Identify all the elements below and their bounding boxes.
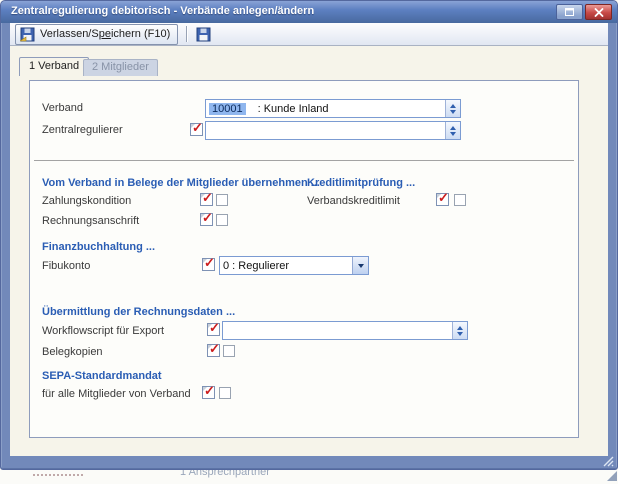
rechnungsanschrift-label: Rechnungsanschrift bbox=[42, 215, 139, 227]
toolbar: Verlassen/Speichern (F10) bbox=[10, 23, 608, 46]
verband-combo[interactable]: 10001 : Kunde Inland bbox=[205, 99, 461, 118]
verband-code-selected: 10001 bbox=[209, 103, 246, 115]
window-title: Zentralregulierung debitorisch - Verbänd… bbox=[11, 5, 314, 17]
dialog-window: Zentralregulierung debitorisch - Verbänd… bbox=[0, 0, 618, 470]
fibukonto-label: Fibukonto bbox=[42, 260, 90, 272]
finanzbuchhaltung-header: Finanzbuchhaltung ... bbox=[42, 241, 155, 253]
spinner-icon[interactable] bbox=[445, 122, 460, 139]
uebermittlung-header: Übermittlung der Rechnungsdaten ... bbox=[42, 306, 235, 318]
fibukonto-dropdown[interactable]: 0 : Regulierer bbox=[219, 256, 369, 275]
background-window-artifact bbox=[33, 474, 83, 476]
zentralregulierer-value bbox=[206, 122, 445, 139]
belegkopien-label: Belegkopien bbox=[42, 346, 103, 358]
section-divider bbox=[34, 160, 574, 161]
verbandskreditlimit-modified-toggle[interactable] bbox=[436, 193, 449, 206]
verband-value: 10001 : Kunde Inland bbox=[206, 100, 445, 117]
title-bar: Zentralregulierung debitorisch - Verbänd… bbox=[1, 1, 617, 23]
zahlungskondition-label: Zahlungskondition bbox=[42, 195, 131, 207]
exit-save-button[interactable]: Verlassen/Speichern (F10) bbox=[15, 24, 178, 45]
workflowscript-combo[interactable] bbox=[222, 321, 468, 340]
zentralregulierer-combo[interactable] bbox=[205, 121, 461, 140]
save-icon bbox=[196, 27, 211, 42]
fibukonto-modified-toggle[interactable] bbox=[202, 258, 215, 271]
uebernehmen-header: Vom Verband in Belege der Mitglieder übe… bbox=[42, 177, 320, 189]
exit-save-label: Verlassen/Speichern (F10) bbox=[40, 28, 170, 40]
sepa-checkbox[interactable] bbox=[219, 387, 231, 399]
fibukonto-value: 0 : Regulierer bbox=[220, 257, 352, 274]
save-button[interactable] bbox=[194, 25, 213, 44]
close-icon bbox=[594, 8, 604, 17]
sepa-modified-toggle[interactable] bbox=[202, 386, 215, 399]
spinner-icon[interactable] bbox=[452, 322, 467, 339]
zentralregulierer-modified-toggle[interactable] bbox=[190, 123, 203, 136]
sepa-header: SEPA-Standardmandat bbox=[42, 370, 162, 382]
tab-mitglieder[interactable]: 2 Mitglieder bbox=[83, 59, 158, 76]
spinner-icon[interactable] bbox=[445, 100, 460, 117]
close-button[interactable] bbox=[585, 4, 612, 20]
verbandskreditlimit-label: Verbandskreditlimit bbox=[307, 195, 400, 207]
verband-description: : Kunde Inland bbox=[258, 103, 329, 115]
belegkopien-checkbox[interactable] bbox=[223, 345, 235, 357]
verband-label: Verband bbox=[42, 102, 83, 114]
kreditlimit-header: Kreditlimitprüfung ... bbox=[307, 177, 415, 189]
belegkopien-modified-toggle[interactable] bbox=[207, 344, 220, 357]
workflowscript-modified-toggle[interactable] bbox=[207, 323, 220, 336]
zahlungskondition-modified-toggle[interactable] bbox=[200, 193, 213, 206]
rechnungsanschrift-checkbox[interactable] bbox=[216, 214, 228, 226]
dropdown-arrow-icon[interactable] bbox=[352, 257, 368, 274]
restore-icon bbox=[564, 7, 575, 17]
content-area: 1 Verband 2 Mitglieder Verband 10001 : K… bbox=[10, 46, 608, 456]
restore-button[interactable] bbox=[556, 4, 583, 20]
resize-grip[interactable] bbox=[603, 456, 614, 467]
exit-save-icon bbox=[20, 27, 35, 42]
workflowscript-value bbox=[223, 322, 452, 339]
sepa-alle-mitglieder-label: für alle Mitglieder von Verband bbox=[42, 388, 191, 400]
tab-verband[interactable]: 1 Verband bbox=[19, 57, 89, 76]
zahlungskondition-checkbox[interactable] bbox=[216, 194, 228, 206]
zentralregulierer-label: Zentralregulierer bbox=[42, 124, 123, 136]
background-resize-grip bbox=[607, 471, 617, 481]
verbandskreditlimit-checkbox[interactable] bbox=[454, 194, 466, 206]
form-panel: Verband 10001 : Kunde Inland Zentralregu… bbox=[29, 80, 579, 438]
workflowscript-label: Workflowscript für Export bbox=[42, 325, 164, 337]
rechnungsanschrift-modified-toggle[interactable] bbox=[200, 213, 213, 226]
toolbar-separator bbox=[186, 26, 187, 42]
